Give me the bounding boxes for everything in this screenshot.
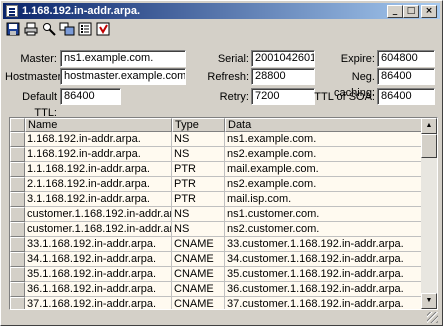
cell-data[interactable]: ns2.customer.com.: [225, 222, 422, 237]
cell-name[interactable]: 1.168.192.in-addr.arpa.: [25, 132, 172, 147]
properties-icon[interactable]: [59, 21, 75, 37]
cell-data[interactable]: 37.customer.1.168.192.in-addr.arpa.: [225, 297, 422, 309]
print-icon[interactable]: [23, 21, 39, 37]
vertical-scrollbar[interactable]: ▲ ▼: [421, 118, 437, 309]
default-ttl-label: Default TTL:: [22, 91, 57, 119]
scroll-thumb[interactable]: [421, 134, 437, 158]
serial-label: Serial:: [217, 53, 249, 65]
cell-type[interactable]: NS: [172, 207, 225, 222]
scroll-down-button[interactable]: ▼: [421, 293, 437, 309]
cell-type[interactable]: NS: [172, 147, 225, 162]
cell-type[interactable]: CNAME: [172, 297, 225, 309]
cell-name[interactable]: 35.1.168.192.in-addr.arpa.: [25, 267, 172, 282]
minimize-button[interactable]: _: [387, 5, 403, 18]
status-bar: [3, 311, 440, 324]
zone-editor-window: 1.168.192.in-addr.arpa. _ □ × Master: ns…: [0, 0, 443, 326]
row-selector[interactable]: [10, 237, 25, 252]
refresh-label: Refresh:: [207, 71, 249, 83]
cell-type[interactable]: PTR: [172, 162, 225, 177]
expire-field[interactable]: 604800: [377, 50, 435, 67]
neg-caching-field[interactable]: 86400: [377, 68, 435, 85]
cell-type[interactable]: CNAME: [172, 282, 225, 297]
title-bar[interactable]: 1.168.192.in-addr.arpa. _ □ ×: [3, 3, 440, 19]
scroll-up-button[interactable]: ▲: [421, 118, 437, 134]
cell-type[interactable]: PTR: [172, 177, 225, 192]
refresh-field[interactable]: 28800: [251, 68, 315, 85]
column-header-data[interactable]: Data: [225, 118, 422, 132]
cell-type[interactable]: NS: [172, 222, 225, 237]
row-selector[interactable]: [10, 207, 25, 222]
row-selector[interactable]: [10, 282, 25, 297]
app-icon: [6, 5, 18, 17]
master-label: Master:: [20, 53, 57, 65]
cell-data[interactable]: 34.customer.1.168.192.in-addr.arpa.: [225, 252, 422, 267]
hostmaster-label: Hostmaster:: [5, 71, 65, 83]
list-icon[interactable]: [77, 21, 93, 37]
cell-type[interactable]: CNAME: [172, 267, 225, 282]
retry-label: Retry:: [219, 91, 249, 103]
row-selector[interactable]: [10, 267, 25, 282]
grid-corner: [10, 118, 25, 132]
serial-field[interactable]: 2001042601: [251, 50, 315, 67]
cell-name[interactable]: 1.168.192.in-addr.arpa.: [25, 147, 172, 162]
cell-name[interactable]: 36.1.168.192.in-addr.arpa.: [25, 282, 172, 297]
column-header-type[interactable]: Type: [172, 118, 225, 132]
cell-data[interactable]: ns1.customer.com.: [225, 207, 422, 222]
row-selector[interactable]: [10, 147, 25, 162]
find-icon[interactable]: [41, 21, 57, 37]
row-selector[interactable]: [10, 252, 25, 267]
cell-type[interactable]: PTR: [172, 192, 225, 207]
row-selector[interactable]: [10, 162, 25, 177]
retry-field[interactable]: 7200: [251, 88, 315, 105]
cell-name[interactable]: 37.1.168.192.in-addr.arpa.: [25, 297, 172, 309]
cell-data[interactable]: ns2.example.com.: [225, 147, 422, 162]
default-ttl-field[interactable]: 86400: [60, 88, 121, 105]
master-field[interactable]: ns1.example.com.: [60, 50, 186, 67]
cell-data[interactable]: 35.customer.1.168.192.in-addr.arpa.: [225, 267, 422, 282]
cell-data[interactable]: mail.example.com.: [225, 162, 422, 177]
cell-name[interactable]: 2.1.168.192.in-addr.arpa.: [25, 177, 172, 192]
column-header-name[interactable]: Name: [25, 118, 172, 132]
records-grid[interactable]: Name Type Data 1.168.192.in-addr.arpa. NS…: [9, 117, 438, 310]
close-button[interactable]: ×: [421, 5, 437, 18]
cell-name[interactable]: customer.1.168.192.in-addr.arpa.: [25, 207, 172, 222]
save-icon[interactable]: [5, 21, 21, 37]
cell-name[interactable]: 1.1.168.192.in-addr.arpa.: [25, 162, 172, 177]
ttl-of-soa-label: TTL of SOA:: [314, 91, 375, 103]
cell-name[interactable]: customer.1.168.192.in-addr.arpa.: [25, 222, 172, 237]
ttl-of-soa-field[interactable]: 86400: [377, 88, 435, 105]
cell-type[interactable]: CNAME: [172, 252, 225, 267]
neg-caching-label: Neg. caching:: [334, 71, 375, 99]
row-selector[interactable]: [10, 132, 25, 147]
hostmaster-field[interactable]: hostmaster.example.com.: [60, 68, 186, 85]
cell-type[interactable]: NS: [172, 132, 225, 147]
cell-data[interactable]: ns2.example.com.: [225, 177, 422, 192]
cell-data[interactable]: ns1.example.com.: [225, 132, 422, 147]
cell-data[interactable]: 33.customer.1.168.192.in-addr.arpa.: [225, 237, 422, 252]
cell-name[interactable]: 33.1.168.192.in-addr.arpa.: [25, 237, 172, 252]
cell-data[interactable]: mail.isp.com.: [225, 192, 422, 207]
resize-grip[interactable]: [427, 312, 438, 323]
window-title: 1.168.192.in-addr.arpa.: [22, 5, 141, 17]
row-selector[interactable]: [10, 177, 25, 192]
cell-data[interactable]: 36.customer.1.168.192.in-addr.arpa.: [225, 282, 422, 297]
cell-name[interactable]: 34.1.168.192.in-addr.arpa.: [25, 252, 172, 267]
expire-label: Expire:: [340, 53, 375, 65]
row-selector[interactable]: [10, 222, 25, 237]
help-icon[interactable]: [95, 21, 111, 37]
row-selector[interactable]: [10, 192, 25, 207]
toolbar: [3, 20, 440, 38]
row-selector[interactable]: [10, 297, 25, 309]
maximize-button[interactable]: □: [403, 5, 419, 18]
cell-type[interactable]: CNAME: [172, 237, 225, 252]
cell-name[interactable]: 3.1.168.192.in-addr.arpa.: [25, 192, 172, 207]
